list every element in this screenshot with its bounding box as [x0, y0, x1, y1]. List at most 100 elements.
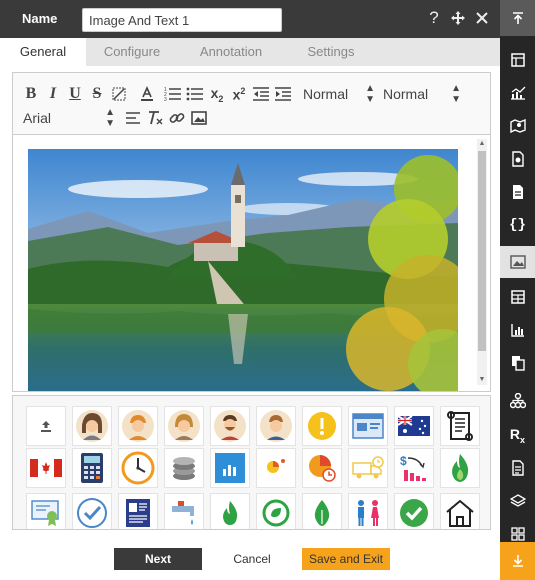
checkmark-circle-icon[interactable] — [72, 493, 112, 529]
bullet-list-icon[interactable] — [185, 84, 205, 104]
font-select[interactable]: Arial ▲ ▼ — [23, 107, 115, 129]
certificate-icon[interactable] — [26, 493, 66, 529]
warning-circle-icon[interactable] — [302, 406, 342, 446]
check-badge-icon[interactable] — [394, 493, 434, 529]
help-icon[interactable]: ? — [426, 8, 442, 28]
bar-chart-sidebar-icon[interactable] — [504, 319, 531, 341]
font-select-arrow-icon: ▲ ▼ — [105, 107, 115, 129]
tab-bar: General Configure Annotation Settings — [0, 38, 500, 66]
cancel-button[interactable]: Cancel — [208, 548, 296, 570]
subscript-icon[interactable]: x2 — [207, 84, 227, 104]
avatar-man-orange-icon[interactable] — [118, 406, 158, 446]
australia-flag-icon[interactable] — [394, 406, 434, 446]
grid-icon[interactable] — [504, 49, 531, 71]
map-icon[interactable] — [504, 115, 531, 137]
dollar-chart-icon[interactable]: $ — [394, 448, 434, 488]
indent-icon[interactable] — [273, 84, 293, 104]
size-select[interactable]: Normal ▲ ▼ — [383, 83, 461, 105]
document-icon[interactable] — [504, 181, 531, 203]
avatar-man-beard-icon[interactable] — [210, 406, 250, 446]
upload-icon[interactable] — [26, 406, 66, 446]
id-card-icon[interactable] — [118, 493, 158, 529]
font-color-icon[interactable] — [137, 84, 157, 104]
name-input[interactable] — [82, 8, 282, 32]
editor-toolbar: B I U S 123 x2 x2 Normal ▲ ▼ Normal ▲ ▼ … — [13, 73, 490, 135]
flame-icon[interactable] — [440, 448, 480, 488]
clear-background-icon[interactable] — [109, 84, 129, 104]
tab-annotation[interactable]: Annotation — [178, 38, 284, 66]
bold-icon[interactable]: B — [21, 84, 41, 104]
scroll-down-icon[interactable]: ▼ — [477, 375, 487, 385]
water-tap-icon[interactable] — [164, 493, 204, 529]
move-icon[interactable] — [450, 8, 466, 28]
heading-select[interactable]: Normal ▲ ▼ — [303, 83, 375, 105]
line-chart-icon[interactable] — [504, 82, 531, 104]
link-icon[interactable] — [167, 108, 187, 128]
file-settings-icon[interactable] — [504, 148, 531, 170]
right-sidebar: {} Rx — [500, 0, 535, 580]
name-label: Name — [22, 11, 58, 26]
next-button[interactable]: Next — [114, 548, 202, 570]
font-select-value: Arial — [23, 110, 52, 126]
restroom-icon[interactable] — [348, 493, 388, 529]
pie-clock-icon[interactable] — [302, 448, 342, 488]
strikethrough-icon[interactable]: S — [87, 84, 107, 104]
canada-flag-icon[interactable] — [26, 448, 66, 488]
dialog-header: Name ? — [0, 0, 500, 38]
browser-window-icon[interactable] — [348, 406, 388, 446]
copy-icon[interactable] — [504, 352, 531, 374]
image-icon[interactable] — [189, 108, 209, 128]
leaf-circle-icon[interactable] — [256, 493, 296, 529]
outdent-icon[interactable] — [251, 84, 271, 104]
clear-format-icon[interactable] — [145, 108, 165, 128]
italic-icon[interactable]: I — [43, 84, 63, 104]
coins-icon[interactable] — [164, 448, 204, 488]
heading-select-arrow-icon: ▲ ▼ — [365, 83, 375, 105]
editor-scrollbar[interactable]: ▲ ▼ — [477, 139, 487, 385]
size-select-arrow-icon: ▲ ▼ — [451, 83, 461, 105]
underline-icon[interactable]: U — [65, 84, 85, 104]
save-and-exit-button[interactable]: Save and Exit — [302, 548, 390, 570]
align-icon[interactable] — [123, 108, 143, 128]
calculator-icon[interactable] — [72, 448, 112, 488]
clock-icon[interactable] — [118, 448, 158, 488]
lake-island-church-image — [28, 149, 458, 391]
code-braces-icon[interactable]: {} — [504, 214, 531, 236]
tab-general[interactable]: General — [0, 38, 86, 66]
layers-icon[interactable] — [504, 490, 531, 512]
house-icon[interactable] — [440, 493, 480, 529]
pie-dot-icon[interactable] — [256, 448, 296, 488]
avatar-woman-1-icon[interactable] — [72, 406, 112, 446]
avatar-woman-2-icon[interactable] — [164, 406, 204, 446]
image-text-icon[interactable] — [500, 246, 535, 278]
report-icon[interactable] — [504, 457, 531, 479]
scroll-top-icon[interactable] — [500, 0, 535, 36]
flame-small-icon[interactable] — [210, 493, 250, 529]
scroll-bottom-icon[interactable] — [500, 542, 535, 580]
toolbar-row-1: B I U S 123 x2 x2 Normal ▲ ▼ Normal ▲ ▼ — [21, 83, 461, 105]
toolbar-row-2: Arial ▲ ▼ — [21, 107, 211, 129]
delivery-truck-icon[interactable] — [348, 448, 388, 488]
header-actions: ? — [426, 8, 490, 28]
bar-chart-icon[interactable] — [210, 448, 250, 488]
heading-select-value: Normal — [303, 86, 349, 102]
size-select-value: Normal — [383, 86, 429, 102]
editor-content[interactable]: ▲ ▼ — [13, 136, 490, 391]
svg-text:3: 3 — [164, 97, 167, 102]
ordered-list-icon[interactable]: 123 — [163, 84, 183, 104]
rich-text-editor: B I U S 123 x2 x2 Normal ▲ ▼ Normal ▲ ▼ … — [12, 72, 491, 392]
rx-icon[interactable]: Rx — [504, 424, 531, 446]
hierarchy-icon[interactable] — [504, 390, 531, 412]
leaf-drop-icon[interactable] — [302, 493, 342, 529]
icon-gallery: $ — [12, 395, 491, 530]
svg-text:$: $ — [400, 454, 407, 468]
scroll-thumb[interactable] — [478, 151, 486, 351]
tab-settings[interactable]: Settings — [284, 38, 378, 66]
superscript-icon[interactable]: x2 — [229, 84, 249, 104]
tab-configure[interactable]: Configure — [86, 38, 178, 66]
scroll-icon[interactable] — [440, 406, 480, 446]
avatar-man-3-icon[interactable] — [256, 406, 296, 446]
table-icon[interactable] — [504, 286, 531, 308]
close-icon[interactable] — [474, 8, 490, 28]
scroll-up-icon[interactable]: ▲ — [477, 139, 487, 149]
